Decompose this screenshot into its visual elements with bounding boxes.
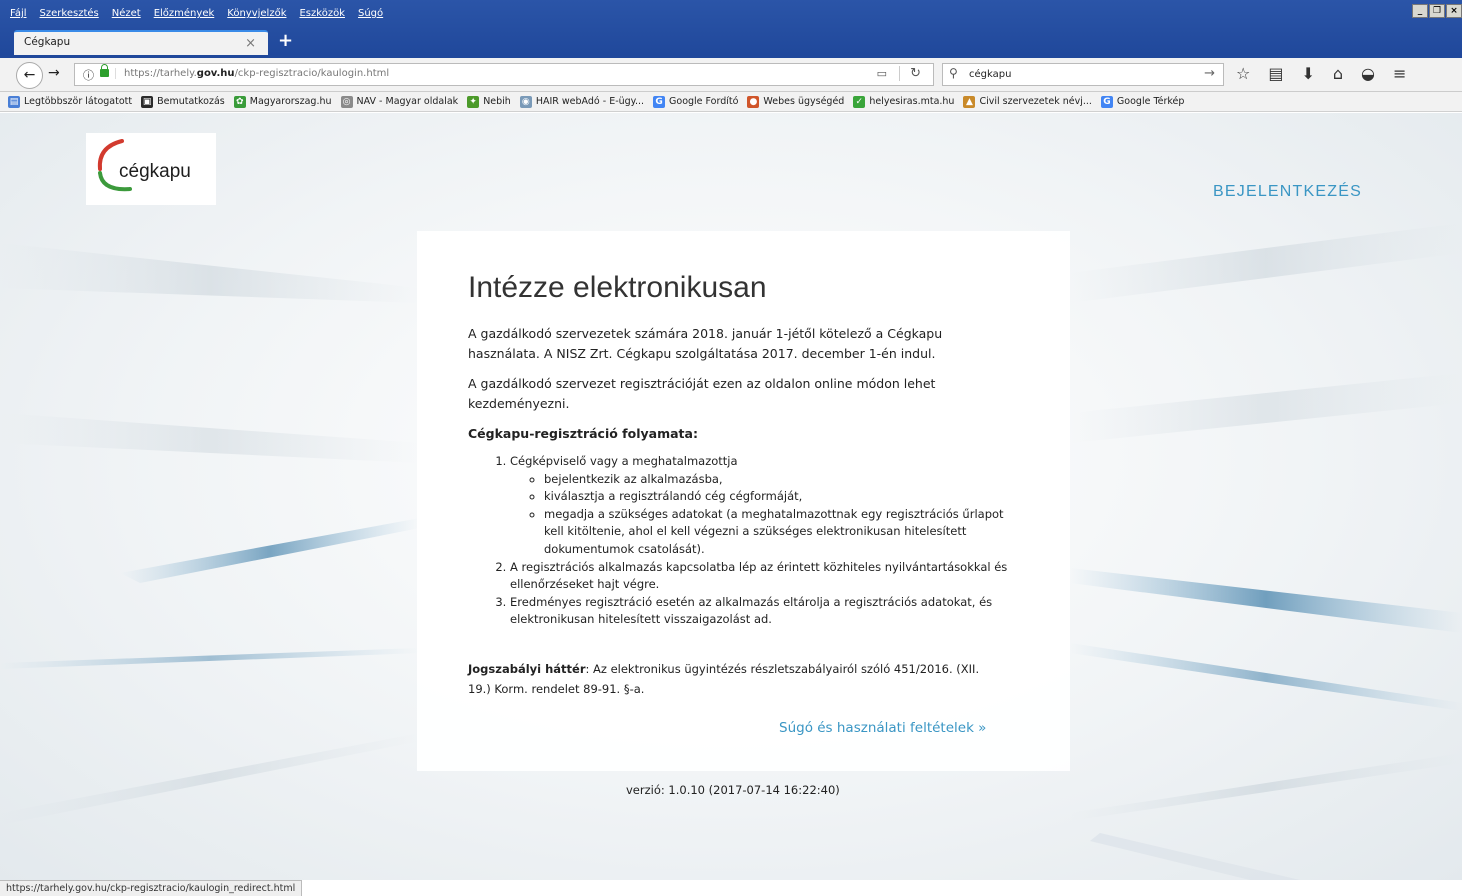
bookmark-label: NAV - Magyar oldalak <box>356 96 459 107</box>
bookmark-label: Google Fordító <box>669 96 739 107</box>
bookmark-label: Webes ügységéd <box>763 96 845 107</box>
page-title: Intézze elektronikusan <box>468 271 767 304</box>
bookmarks-bar: ▤ Legtöbbször látogatott ▣ Bemutatkozás ✿ Mag… <box>0 92 1462 112</box>
process-heading: Cégkapu-regisztráció folyamata: <box>468 426 698 441</box>
bookmark-item[interactable]: ✓ helyesiras.mta.hu <box>853 95 955 108</box>
tab-cegkapu[interactable]: Cégkapu × <box>14 30 268 55</box>
lock-icon[interactable] <box>100 64 109 77</box>
back-button[interactable]: ← <box>16 62 43 89</box>
bookmark-item[interactable]: G Google Fordító <box>653 95 739 108</box>
search-input[interactable]: cégkapu <box>969 69 1011 80</box>
bookmark-item[interactable]: ◉ HAIR webAdó - E-ügy... <box>519 95 645 108</box>
back-arrow-icon: ← <box>23 67 36 83</box>
list-item: kiválasztja a regisztrálandó cég cégform… <box>544 488 1011 506</box>
tab-title: Cégkapu <box>24 36 71 48</box>
toolbar-icons: ☆ ▤ ⬇ ⌂ ◒ ≡ <box>1236 64 1406 83</box>
bookmark-label: Civil szervezetek névj... <box>979 96 1092 107</box>
list-item: megadja a szükséges adatokat (a meghatal… <box>544 506 1011 559</box>
bookmark-favicon-icon: ● <box>747 95 760 108</box>
status-bar: https://tarhely.gov.hu/ckp-regisztracio/… <box>0 880 303 896</box>
menu-file[interactable]: Fájl <box>10 8 27 19</box>
bookmark-item[interactable]: ✦ Nebih <box>467 95 511 108</box>
menu-bar: Fájl Szerkesztés Nézet Előzmények Könyvj… <box>10 8 383 19</box>
tab-close-icon[interactable]: × <box>245 36 256 51</box>
bookmark-item[interactable]: ▲ Civil szervezetek névj... <box>963 95 1092 108</box>
window-controls: _ ❐ × <box>1412 4 1462 18</box>
menu-bookmarks[interactable]: Könyvjelzők <box>227 8 286 19</box>
page-content: cégkapu BEJELENTKEZÉS Intézze elektronik… <box>0 113 1462 880</box>
navigation-toolbar: ← → ⓘ https://tarhely.gov.hu/ckp-regiszt… <box>0 58 1462 92</box>
menu-view[interactable]: Nézet <box>112 8 141 19</box>
bookmark-item[interactable]: ▣ Bemutatkozás <box>141 95 225 108</box>
bookmark-favicon-icon: G <box>1100 95 1113 108</box>
bookmark-favicon-icon: ▤ <box>8 95 20 108</box>
address-bar[interactable]: ⓘ https://tarhely.gov.hu/ckp-regisztraci… <box>74 63 934 86</box>
bookmark-item[interactable]: ◎ NAV - Magyar oldalak <box>340 95 459 108</box>
list-item: A regisztrációs alkalmazás kapcsolatba l… <box>510 559 1011 594</box>
bookmark-favicon-icon: ✦ <box>467 95 480 108</box>
bookmark-favicon-icon: G <box>653 95 666 108</box>
download-icon[interactable]: ⬇ <box>1301 64 1314 83</box>
help-terms-link[interactable]: Súgó és használati feltételek » <box>779 720 986 736</box>
info-icon[interactable]: ⓘ <box>83 67 94 83</box>
bookmark-label: Legtöbbször látogatott <box>24 96 133 107</box>
login-link[interactable]: BEJELENTKEZÉS <box>1213 183 1362 201</box>
bookmark-favicon-icon: ✿ <box>233 95 246 108</box>
menu-tools[interactable]: Eszközök <box>299 8 345 19</box>
bookmark-label: Google Térkép <box>1116 96 1185 107</box>
maximize-button[interactable]: ❐ <box>1429 4 1445 18</box>
bookmark-star-icon[interactable]: ☆ <box>1236 64 1250 83</box>
search-icon: ⚲ <box>949 66 958 80</box>
bookmark-label: HAIR webAdó - E-ügy... <box>535 96 645 107</box>
menu-hamburger-icon[interactable]: ≡ <box>1393 64 1406 83</box>
bookmark-favicon-icon: ✓ <box>853 95 866 108</box>
close-window-button[interactable]: × <box>1446 4 1462 18</box>
process-steps-list: Cégképviselő vagy a meghatalmazottja bej… <box>496 453 1011 629</box>
menu-help[interactable]: Súgó <box>358 8 383 19</box>
reload-icon[interactable]: ↻ <box>899 66 921 81</box>
bookmark-item[interactable]: ✿ Magyarorszag.hu <box>233 95 332 108</box>
url-text[interactable]: https://tarhely.gov.hu/ckp-regisztracio/… <box>115 68 389 79</box>
forward-arrow-icon: → <box>48 65 60 81</box>
bookmark-favicon-icon: ▲ <box>963 95 976 108</box>
pocket-icon[interactable]: ◒ <box>1361 64 1375 83</box>
bookmark-item[interactable]: G Google Térkép <box>1100 95 1185 108</box>
list-item: bejelentkezik az alkalmazásba, <box>544 471 1011 489</box>
minimize-button[interactable]: _ <box>1412 4 1428 18</box>
list-item: Cégképviselő vagy a meghatalmazottja bej… <box>510 453 1011 559</box>
registration-paragraph: A gazdálkodó szervezet regisztrációját e… <box>468 376 936 411</box>
bookmark-favicon-icon: ◎ <box>340 95 353 108</box>
library-icon[interactable]: ▤ <box>1268 64 1283 83</box>
intro-paragraph: A gazdálkodó szervezetek számára 2018. j… <box>468 326 943 361</box>
bookmark-label: Nebih <box>483 96 511 107</box>
forward-button[interactable]: → <box>48 65 60 81</box>
bookmark-item[interactable]: ● Webes ügységéd <box>747 95 845 108</box>
search-bar[interactable]: ⚲ cégkapu → <box>942 63 1224 86</box>
bookmark-favicon-icon: ◉ <box>519 95 532 108</box>
menu-edit[interactable]: Szerkesztés <box>40 8 99 19</box>
bookmark-favicon-icon: ▣ <box>141 95 154 108</box>
home-icon[interactable]: ⌂ <box>1333 64 1343 83</box>
legal-label: Jogszabályi háttér <box>468 662 586 676</box>
bookmark-label: helyesiras.mta.hu <box>869 96 955 107</box>
menu-history[interactable]: Előzmények <box>154 8 215 19</box>
bookmark-label: Bemutatkozás <box>157 96 225 107</box>
bookmark-label: Magyarorszag.hu <box>249 96 332 107</box>
sub-steps-list: bejelentkezik az alkalmazásba, kiválaszt… <box>510 471 1011 559</box>
new-tab-button[interactable]: + <box>278 30 293 51</box>
search-go-icon[interactable]: → <box>1204 66 1215 81</box>
step-1-text: Cégképviselő vagy a meghatalmazottja <box>510 454 738 468</box>
list-item: Eredményes regisztráció esetén az alkalm… <box>510 594 1011 629</box>
browser-titlebar: Fájl Szerkesztés Nézet Előzmények Könyvj… <box>0 0 1462 60</box>
legal-background: Jogszabályi háttér: Az elektronikus ügyi… <box>468 659 998 699</box>
version-text: verzió: 1.0.10 (2017-07-14 16:22:40) <box>626 783 840 797</box>
bookmark-item[interactable]: ▤ Legtöbbször látogatott <box>8 95 133 108</box>
logo-text[interactable]: cégkapu <box>119 161 191 183</box>
main-card: Intézze elektronikusan A gazdálkodó szer… <box>417 231 1070 771</box>
reader-view-icon[interactable]: ▭ <box>877 67 887 80</box>
